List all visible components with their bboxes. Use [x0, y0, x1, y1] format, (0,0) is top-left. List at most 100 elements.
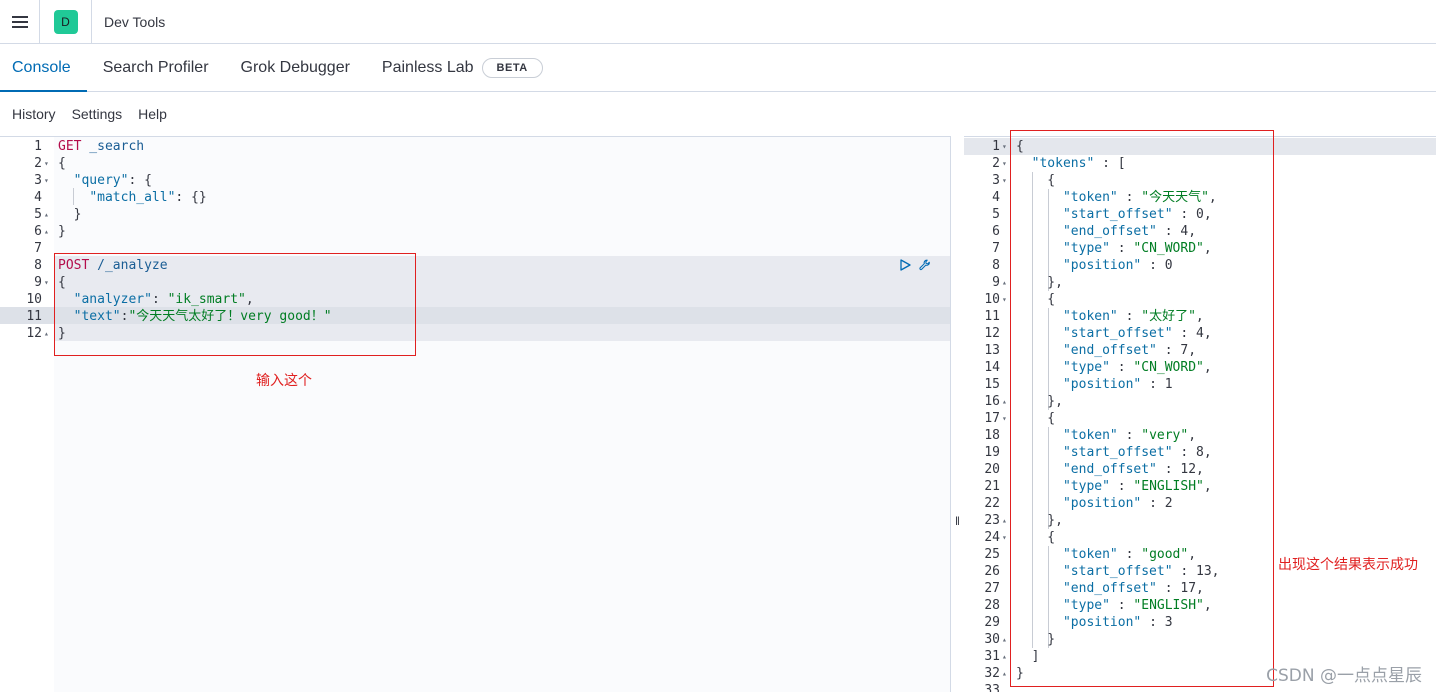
hamburger-icon	[11, 15, 28, 28]
code-token: }	[58, 207, 82, 222]
code-line[interactable]: 3 ▾ "query": {	[0, 172, 950, 189]
line-number: 2	[992, 156, 1000, 171]
code-line[interactable]: 1 GET _search	[0, 138, 950, 155]
line-text: }	[58, 206, 82, 223]
fold-close-icon[interactable]: ▴	[1002, 274, 1007, 291]
line-number: 5	[992, 207, 1000, 222]
line-number: 8	[992, 258, 1000, 273]
fold-open-icon[interactable]: ▾	[44, 155, 49, 172]
line-number: 22	[984, 496, 1000, 511]
line-number: 9	[992, 275, 1000, 290]
fold-close-icon[interactable]: ▴	[1002, 512, 1007, 529]
space-selector[interactable]: D	[40, 0, 92, 44]
line-number: 21	[984, 479, 1000, 494]
line-number: 24	[984, 530, 1000, 545]
line-number: 4	[992, 190, 1000, 205]
line-number: 4	[34, 190, 42, 205]
pane-resizer[interactable]: ‖	[950, 136, 964, 692]
code-line[interactable]: 5 ▴ }	[0, 206, 950, 223]
code-token: : {}	[175, 190, 207, 205]
request-editor[interactable]: 1 GET _search 2 ▾{3 ▾ "query": {4 "match_all…	[0, 136, 950, 692]
history-link[interactable]: History	[12, 106, 56, 122]
fold-open-icon[interactable]: ▾	[1002, 155, 1007, 172]
settings-link[interactable]: Settings	[72, 106, 123, 122]
fold-open-icon[interactable]: ▾	[1002, 172, 1007, 189]
code-token: {	[58, 156, 66, 171]
line-number: 6	[34, 224, 42, 239]
line-number: 32	[984, 666, 1000, 681]
tab-label: Search Profiler	[102, 58, 209, 76]
request-actions	[898, 258, 932, 272]
code-line[interactable]: 2 ▾ {	[0, 155, 950, 172]
fold-close-icon[interactable]: ▴	[1002, 631, 1007, 648]
line-number: 28	[984, 598, 1000, 613]
devtools-tabs: Console Search Profiler Grok Debugger Pa…	[0, 44, 1436, 92]
wrench-icon[interactable]	[918, 258, 932, 272]
line-number: 19	[984, 445, 1000, 460]
code-token: _search	[81, 139, 145, 154]
line-text: }	[58, 223, 66, 240]
line-number: 23	[984, 513, 1000, 528]
line-number: 15	[984, 377, 1000, 392]
tab-painless-lab[interactable]: Painless Lab BETA	[366, 44, 559, 91]
response-annotation-box	[1010, 130, 1274, 687]
line-number: 16	[984, 394, 1000, 409]
line-number: 33	[984, 683, 1000, 692]
code-token: : {	[128, 173, 152, 188]
tab-label: Grok Debugger	[240, 58, 350, 76]
code-token: "match_all"	[89, 190, 176, 205]
line-number: 7	[34, 241, 42, 256]
fold-open-icon[interactable]: ▾	[1002, 410, 1007, 427]
line-number: 9	[34, 275, 42, 290]
fold-open-icon[interactable]: ▾	[44, 274, 49, 291]
code-token: }	[58, 224, 66, 239]
fold-open-icon[interactable]: ▾	[44, 172, 49, 189]
code-line[interactable]: 4 "match_all": {}	[0, 189, 950, 206]
line-number: 27	[984, 581, 1000, 596]
line-number: 13	[984, 343, 1000, 358]
line-number: 8	[34, 258, 42, 273]
fold-close-icon[interactable]: ▴	[44, 206, 49, 223]
line-number: 5	[34, 207, 42, 222]
tab-search-profiler[interactable]: Search Profiler	[87, 44, 225, 91]
code-token: GET	[58, 139, 82, 154]
line-number: 20	[984, 462, 1000, 477]
line-number: 11	[984, 309, 1000, 324]
app-title: Dev Tools	[104, 13, 166, 30]
line-number: 6	[992, 224, 1000, 239]
line-number: 29	[984, 615, 1000, 630]
top-header: D Dev Tools	[0, 0, 1436, 44]
line-number: 25	[984, 547, 1000, 562]
line-number: 3	[992, 173, 1000, 188]
line-number: 3	[34, 173, 42, 188]
code-line[interactable]: 6 ▴}	[0, 223, 950, 240]
line-number: 7	[992, 241, 1000, 256]
fold-open-icon[interactable]: ▾	[1002, 291, 1007, 308]
hamburger-menu-button[interactable]	[0, 0, 40, 44]
line-number: 14	[984, 360, 1000, 375]
fold-close-icon[interactable]: ▴	[44, 325, 49, 342]
line-text: {	[58, 155, 66, 172]
tab-label: Painless Lab	[381, 58, 474, 76]
play-icon[interactable]	[898, 258, 912, 272]
line-text: "match_all": {}	[58, 189, 207, 206]
fold-open-icon[interactable]: ▾	[1002, 529, 1007, 546]
line-number: 30	[984, 632, 1000, 647]
line-number: 11	[26, 309, 42, 324]
fold-open-icon[interactable]: ▾	[1002, 138, 1007, 155]
line-number: 1	[34, 139, 42, 154]
help-link[interactable]: Help	[138, 106, 167, 122]
tab-label: Console	[12, 58, 71, 76]
line-number: 10	[984, 292, 1000, 307]
line-text: "query": {	[58, 172, 152, 189]
line-number: 12	[984, 326, 1000, 341]
fold-close-icon[interactable]: ▴	[1002, 665, 1007, 682]
line-number: 17	[984, 411, 1000, 426]
space-avatar: D	[53, 9, 78, 34]
fold-close-icon[interactable]: ▴	[1002, 393, 1007, 410]
fold-close-icon[interactable]: ▴	[1002, 648, 1007, 665]
tab-console[interactable]: Console	[0, 44, 87, 92]
fold-close-icon[interactable]: ▴	[44, 223, 49, 240]
tab-grok-debugger[interactable]: Grok Debugger	[225, 44, 366, 91]
